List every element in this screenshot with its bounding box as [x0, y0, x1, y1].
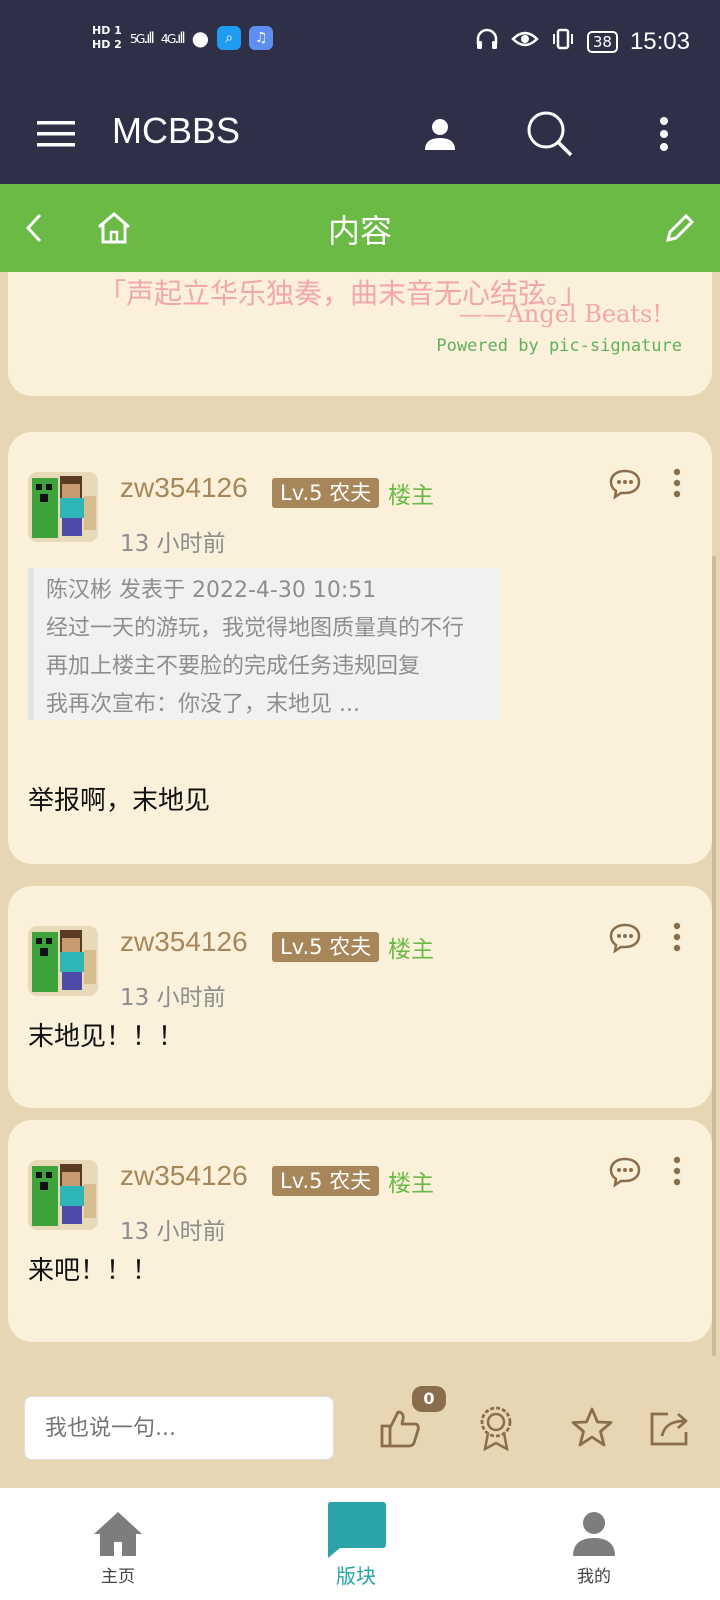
quoted-post: 陈汉彬 发表于 2022-4-30 10:51 经过一天的游玩，我觉得地图质量真… — [28, 568, 500, 720]
post-body: 末地见！！！ — [28, 1022, 185, 1052]
quote-line: 再加上楼主不要脸的完成任务违规回复 — [46, 654, 421, 679]
app-title: MCBBS — [112, 110, 241, 151]
post-more-button[interactable] — [672, 1156, 682, 1190]
signature-powered: Powered by pic-signature — [436, 336, 682, 356]
quote-line: 经过一天的游玩，我觉得地图质量真的不行 — [46, 616, 465, 641]
favorite-button[interactable] — [564, 1400, 620, 1456]
rate-button[interactable] — [468, 1400, 524, 1456]
level-badge: Lv.5 农夫 — [272, 478, 380, 508]
status-right: 38 15:03 — [475, 28, 690, 56]
nav-forums[interactable]: 版块 — [276, 1488, 436, 1600]
message-icon: ● — [191, 26, 210, 50]
clock: 15:03 — [629, 28, 690, 55]
comment-icon — [609, 923, 641, 954]
content-nav-bar: 内容 — [0, 184, 720, 272]
signal-4g-icon: 4G.ıll — [160, 29, 186, 47]
music-app-icon: ♫ — [249, 26, 274, 50]
quote-header: 陈汉彬 发表于 2022-4-30 10:51 — [46, 578, 377, 603]
post-time: 13 小时前 — [120, 531, 226, 557]
more-vertical-icon — [673, 922, 681, 952]
more-vertical-icon — [673, 468, 681, 498]
level-badge: Lv.5 农夫 — [272, 1166, 380, 1196]
thread-owner-badge: 楼主 — [388, 1171, 434, 1197]
sim2-label: HD 2 — [92, 38, 122, 51]
more-vertical-icon — [660, 117, 668, 151]
overflow-menu-button[interactable] — [634, 104, 694, 164]
username[interactable]: zw354126 — [120, 926, 248, 958]
reply-button[interactable] — [608, 1156, 642, 1192]
username[interactable]: zw354126 — [120, 472, 248, 504]
search-app-icon: ⌕ — [217, 26, 242, 50]
nav-label: 版块 — [336, 1564, 376, 1588]
thread-owner-badge: 楼主 — [388, 937, 434, 963]
star-icon — [571, 1407, 613, 1447]
nav-me[interactable]: 我的 — [514, 1488, 674, 1600]
signature-card: 「声起立华乐独奏，曲末音无心结弦。」 ——Angel Beats! Powere… — [8, 272, 712, 396]
reply-button[interactable] — [608, 922, 642, 958]
thumbs-up-icon — [380, 1410, 420, 1448]
award-icon — [480, 1406, 512, 1451]
thread-owner-badge: 楼主 — [388, 483, 434, 509]
page-title: 内容 — [327, 212, 392, 250]
menu-button[interactable] — [26, 104, 86, 164]
quote-line: 我再次宣布：你没了，末地见 ... — [46, 692, 360, 717]
app-bar: MCBBS — [0, 84, 720, 184]
nav-label: 主页 — [101, 1567, 135, 1587]
avatar[interactable] — [28, 926, 98, 996]
reply-input[interactable] — [24, 1396, 334, 1460]
search-icon — [527, 111, 573, 157]
post-more-button[interactable] — [672, 468, 682, 502]
post-card: zw354126 Lv.5 农夫 楼主 13 小时前 来吧！！！ — [8, 1120, 712, 1342]
share-icon — [650, 1412, 688, 1446]
signature-author: ——Angel Beats! — [458, 300, 662, 328]
more-vertical-icon — [673, 1156, 681, 1186]
post-more-button[interactable] — [672, 922, 682, 956]
post-body: 举报啊，末地见 — [28, 786, 211, 816]
battery-indicator: 38 — [586, 31, 618, 53]
post-body: 来吧！！！ — [28, 1256, 159, 1286]
eye-icon — [511, 29, 539, 55]
post-header: zw354126 Lv.5 农夫 楼主 13 小时前 — [28, 1156, 692, 1260]
bottom-nav: 主页 版块 我的 — [0, 1488, 720, 1600]
post-header: zw354126 Lv.5 农夫 楼主 13 小时前 — [28, 468, 692, 572]
like-count-badge: 0 — [412, 1386, 446, 1412]
level-badge: Lv.5 农夫 — [272, 932, 380, 962]
avatar[interactable] — [28, 472, 98, 542]
home-icon — [94, 1512, 142, 1556]
post-list[interactable]: 「声起立华乐独奏，曲末音无心结弦。」 ——Angel Beats! Powere… — [0, 272, 720, 1376]
hamburger-icon — [37, 121, 75, 147]
post-header: zw354126 Lv.5 农夫 楼主 13 小时前 — [28, 922, 692, 1026]
pencil-icon — [665, 213, 695, 243]
chat-bubble-icon — [328, 1502, 386, 1558]
status-left: HD 1 HD 2 5G.ıll 4G.ıll ● ⌕ ♫ — [92, 24, 274, 52]
post-card: zw354126 Lv.5 农夫 楼主 13 小时前 陈汉彬 发表于 2022-… — [8, 432, 712, 864]
post-time: 13 小时前 — [120, 1219, 226, 1245]
headphones-icon — [475, 28, 499, 56]
reply-button[interactable] — [608, 468, 642, 504]
nav-label: 我的 — [577, 1567, 611, 1587]
search-button[interactable] — [520, 104, 580, 164]
username[interactable]: zw354126 — [120, 1160, 248, 1192]
edit-button[interactable] — [650, 198, 710, 258]
status-bar: HD 1 HD 2 5G.ıll 4G.ıll ● ⌕ ♫ 38 15:03 — [0, 0, 720, 84]
comment-icon — [609, 1157, 641, 1188]
signal-5g-icon: 5G.ıll — [129, 29, 155, 47]
reply-action-bar: 0 — [0, 1376, 720, 1488]
account-button[interactable] — [410, 104, 470, 164]
nav-home[interactable]: 主页 — [38, 1488, 198, 1600]
sim-indicator: HD 1 HD 2 — [92, 24, 122, 52]
post-time: 13 小时前 — [120, 985, 226, 1011]
post-card: zw354126 Lv.5 农夫 楼主 13 小时前 末地见！！！ — [8, 886, 712, 1108]
person-icon — [425, 119, 455, 150]
scrollbar[interactable] — [712, 556, 716, 1356]
vibrate-icon — [551, 28, 575, 56]
share-button[interactable] — [642, 1400, 698, 1456]
avatar[interactable] — [28, 1160, 98, 1230]
sim1-label: HD 1 — [92, 24, 122, 37]
person-icon — [573, 1512, 615, 1556]
comment-icon — [609, 469, 641, 500]
